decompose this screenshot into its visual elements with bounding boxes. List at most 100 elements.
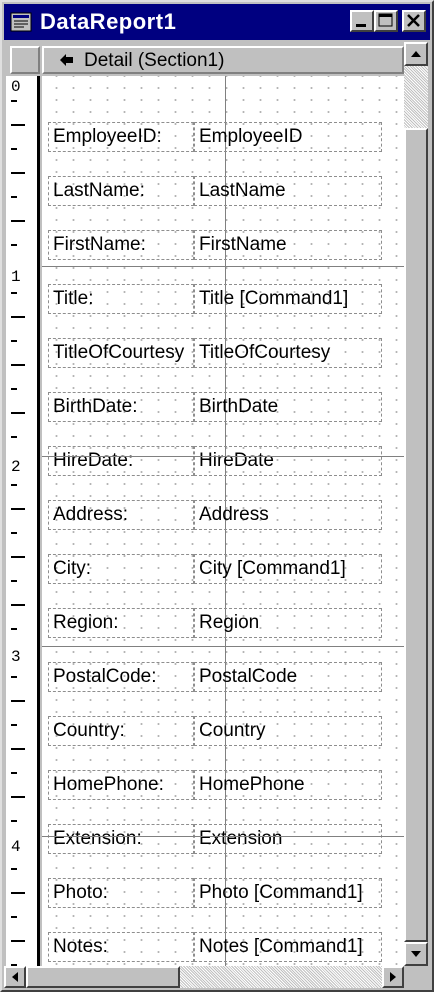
field-value[interactable]: PostalCode — [194, 662, 382, 692]
ruler-tick — [11, 676, 17, 678]
ruler-tick — [11, 940, 25, 942]
grid-line — [42, 836, 404, 837]
field-label[interactable]: Address: — [48, 500, 194, 530]
field-value[interactable]: HomePhone — [194, 770, 382, 800]
arrow-up-icon — [411, 51, 421, 57]
scroll-down-button[interactable] — [404, 942, 428, 966]
field-label[interactable]: HireDate: — [48, 446, 194, 476]
field-label[interactable]: City: — [48, 554, 194, 584]
ruler-tick — [11, 724, 17, 726]
ruler-tick — [11, 124, 25, 126]
field-value[interactable]: EmployeeID — [194, 122, 382, 152]
field-label[interactable]: Region: — [48, 608, 194, 638]
ruler-tick — [11, 484, 17, 486]
ruler-tick — [11, 604, 25, 606]
vertical-scroll-thumb[interactable] — [404, 128, 428, 942]
ruler-tick — [11, 892, 25, 894]
field-label[interactable]: EmployeeID: — [48, 122, 194, 152]
field-label[interactable]: Country: — [48, 716, 194, 746]
arrow-down-icon — [411, 951, 421, 957]
field-label[interactable]: Photo: — [48, 878, 194, 908]
scroll-right-button[interactable] — [382, 966, 404, 988]
vertical-ruler: 0 1 2 3 4 — [6, 76, 40, 966]
size-grip[interactable] — [404, 966, 428, 988]
ruler-tick — [11, 772, 17, 774]
ruler-tick — [11, 508, 25, 510]
ruler-number: 2 — [11, 458, 21, 476]
ruler-tick — [11, 556, 25, 558]
ruler-tick — [11, 292, 17, 294]
close-button[interactable] — [402, 10, 426, 32]
ruler-corner — [10, 46, 40, 74]
section-header[interactable]: Detail (Section1) — [42, 46, 404, 74]
arrow-left-icon — [12, 972, 18, 982]
ruler-tick — [11, 196, 17, 198]
ruler-tick — [11, 580, 17, 582]
ruler-tick — [11, 748, 25, 750]
field-value[interactable]: Address — [194, 500, 382, 530]
minimize-button[interactable] — [350, 10, 374, 32]
data-report-window: DataReport1 Detail (Section1) 0 1 2 3 4 Empl… — [0, 0, 434, 992]
report-icon[interactable] — [10, 11, 32, 33]
field-value[interactable]: BirthDate — [194, 392, 382, 422]
scroll-up-button[interactable] — [404, 42, 428, 66]
field-label[interactable]: PostalCode: — [48, 662, 194, 692]
field-value[interactable]: LastName — [194, 176, 382, 206]
arrow-right-icon — [390, 972, 396, 982]
ruler-number: 1 — [11, 268, 21, 286]
ruler-tick — [11, 388, 17, 390]
field-value[interactable]: TitleOfCourtesy — [194, 338, 382, 368]
ruler-tick — [11, 436, 17, 438]
pointing-hand-icon — [60, 54, 73, 66]
field-value[interactable]: HireDate — [194, 446, 382, 476]
maximize-button[interactable] — [374, 10, 398, 32]
field-value[interactable]: City [Command1] — [194, 554, 382, 584]
field-label[interactable]: Extension: — [48, 824, 194, 854]
grid-line — [42, 266, 404, 267]
grid-line — [42, 646, 404, 647]
field-label[interactable]: TitleOfCourtesy — [48, 338, 194, 368]
ruler-tick — [11, 364, 25, 366]
close-icon — [407, 14, 420, 27]
window-title: DataReport1 — [40, 9, 177, 34]
detail-section-canvas[interactable]: EmployeeID: EmployeeID LastName: LastName Fi… — [42, 76, 404, 966]
grid-line — [42, 456, 404, 457]
field-label[interactable]: LastName: — [48, 176, 194, 206]
ruler-number: 3 — [11, 648, 21, 666]
section-label: Detail (Section1) — [84, 50, 225, 71]
ruler-tick — [11, 628, 17, 630]
ruler-tick — [11, 820, 17, 822]
field-label[interactable]: HomePhone: — [48, 770, 194, 800]
maximize-icon — [378, 13, 393, 27]
field-value[interactable]: Photo [Command1] — [194, 878, 382, 908]
ruler-tick — [11, 172, 25, 174]
field-value[interactable]: Region — [194, 608, 382, 638]
report-designer: Detail (Section1) 0 1 2 3 4 EmployeeID: Emplo… — [4, 42, 430, 988]
field-value[interactable]: Extension — [194, 824, 382, 854]
horizontal-scroll-thumb[interactable] — [26, 966, 180, 988]
ruler-tick — [11, 700, 25, 702]
ruler-tick — [11, 316, 25, 318]
ruler-tick — [11, 532, 17, 534]
title-bar[interactable]: DataReport1 — [4, 4, 430, 40]
scroll-left-button[interactable] — [4, 966, 26, 988]
field-label[interactable]: BirthDate: — [48, 392, 194, 422]
ruler-tick — [11, 868, 17, 870]
ruler-number: 0 — [11, 78, 21, 96]
ruler-tick — [11, 220, 25, 222]
ruler-tick — [11, 148, 17, 150]
field-value[interactable]: Title [Command1] — [194, 284, 382, 314]
ruler-tick — [11, 916, 17, 918]
ruler-tick — [11, 340, 17, 342]
horizontal-scrollbar[interactable] — [4, 966, 404, 988]
field-label[interactable]: Title: — [48, 284, 194, 314]
vertical-scrollbar[interactable] — [404, 42, 428, 966]
field-value[interactable]: FirstName — [194, 230, 382, 260]
ruler-tick — [11, 796, 25, 798]
ruler-tick — [11, 412, 25, 414]
field-value[interactable]: Notes [Command1] — [194, 932, 382, 962]
ruler-number: 4 — [11, 838, 21, 856]
field-value[interactable]: Country — [194, 716, 382, 746]
field-label[interactable]: Notes: — [48, 932, 194, 962]
field-label[interactable]: FirstName: — [48, 230, 194, 260]
